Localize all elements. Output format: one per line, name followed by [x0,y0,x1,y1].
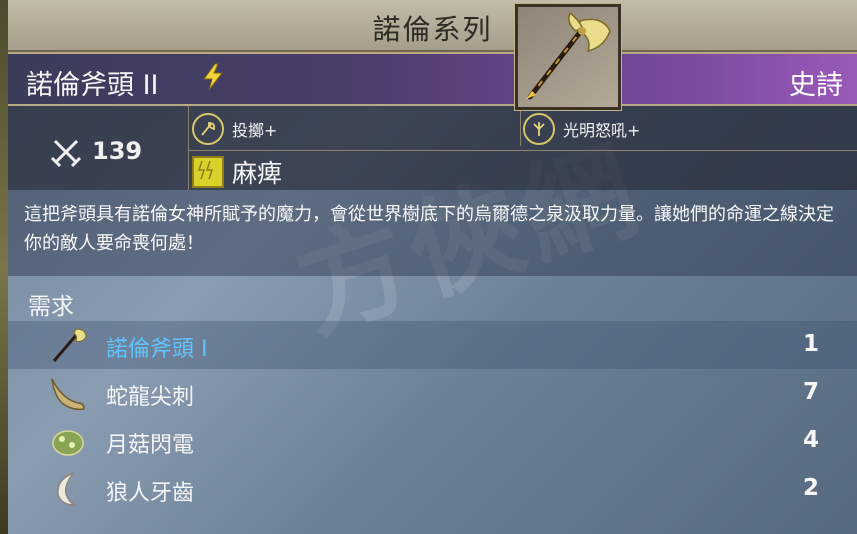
requirements-list: 諾倫斧頭 I 1 蛇龍尖刺 7 月菇閃電 4 狼人牙齒 2 [8,321,857,513]
item-description: 這把斧頭具有諾倫女神所賦予的魔力，會從世界樹底下的烏爾德之泉汲取力量。讓她們的命… [8,190,857,276]
requirement-count: 1 [802,331,819,357]
effect-label: 麻痺 [232,159,283,188]
requirement-name: 月菇閃電 [106,433,195,458]
requirements-title: 需求 [28,294,74,320]
item-name-bar: 諾倫斧頭 II 史詩 [8,52,857,106]
requirement-count: 7 [802,379,819,405]
axe-icon [526,11,611,100]
series-title: 諾倫系列 [372,13,493,46]
skill-radiant-roar[interactable]: 光明怒吼+ [523,112,640,146]
axe-icon [52,328,87,362]
requirement-name: 狼人牙齒 [106,481,195,506]
moon-mushroom-icon [52,430,84,456]
requirement-row[interactable]: 月菇閃電 4 [8,417,857,465]
series-header: 諾倫系列 [8,0,857,52]
background-strip [0,0,8,534]
requirement-row[interactable]: 諾倫斧頭 I 1 [8,321,857,369]
effect-paralysis[interactable]: 麻痺 [192,154,282,190]
requirement-row[interactable]: 蛇龍尖刺 7 [8,369,857,417]
divider [520,110,521,146]
skill-label: 光明怒吼+ [563,121,641,140]
requirement-name: 諾倫斧頭 I [106,337,208,362]
wolf-fang-icon [57,472,77,506]
divider [188,150,857,151]
item-image [515,4,621,110]
stats-panel: 139 投擲+ 光明怒吼+ 麻痺 [8,106,857,190]
item-name: 諾倫斧頭 II [26,70,159,101]
radiant-tree-icon [523,113,555,145]
requirement-count: 4 [802,427,819,453]
requirement-count: 2 [802,475,819,501]
crossed-swords-icon [50,139,82,168]
lightning-icon [203,63,224,91]
description-text: 這把斧頭具有諾倫女神所賦予的魔力，會從世界樹底下的烏爾德之泉汲取力量。讓她們的命… [24,204,834,254]
dragon-spike-icon [51,378,85,411]
requirement-name: 蛇龍尖刺 [106,385,195,410]
requirement-row[interactable]: 狼人牙齒 2 [8,465,857,513]
throw-axe-icon [192,113,224,145]
attack-stat: 139 [8,106,189,190]
skill-label: 投擲+ [232,121,278,140]
attack-value: 139 [92,137,143,165]
paralysis-icon [192,156,224,188]
skill-throw[interactable]: 投擲+ [192,112,277,146]
rarity-label: 史詩 [789,70,843,101]
